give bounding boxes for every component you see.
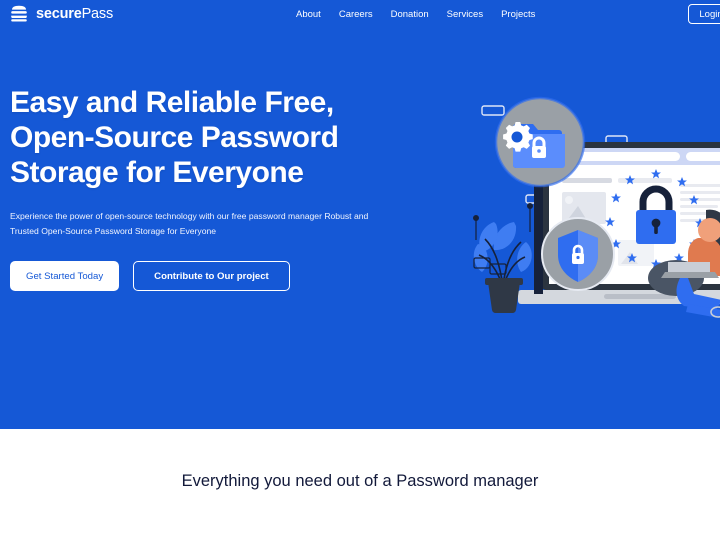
- brand-name-bold: secure: [36, 5, 82, 22]
- brand-name-light: Pass: [81, 5, 114, 22]
- nav-link-about[interactable]: About: [296, 9, 321, 20]
- login-button[interactable]: Login: [688, 4, 720, 24]
- features-heading: Everything you need out of a Password ma…: [181, 472, 539, 490]
- hero-cta-group: Get Started Today Contribute to Our proj…: [10, 261, 410, 292]
- nav-link-services[interactable]: Services: [447, 9, 483, 20]
- nav-link-donation[interactable]: Donation: [391, 9, 429, 20]
- landing-page: securePass About Careers Donation Servic…: [0, 0, 720, 540]
- contribute-button[interactable]: Contribute to Our project: [133, 261, 290, 292]
- nav-link-projects[interactable]: Projects: [501, 9, 535, 20]
- hero-illustration: [470, 92, 720, 332]
- stacked-waves-icon: [9, 5, 29, 23]
- features-section: Everything you need out of a Password ma…: [0, 429, 720, 540]
- shield-lock-badge: [541, 217, 615, 291]
- hero-section: securePass About Careers Donation Servic…: [0, 0, 720, 429]
- top-navigation-bar: securePass About Careers Donation Servic…: [0, 0, 720, 28]
- hero-subtitle: Experience the power of open-source tech…: [10, 211, 369, 237]
- hero-title: Easy and Reliable Free, Open-Source Pass…: [10, 86, 339, 189]
- nav-link-careers[interactable]: Careers: [339, 9, 373, 20]
- get-started-button[interactable]: Get Started Today: [10, 261, 120, 292]
- gear-icon: [503, 122, 533, 152]
- brand-logo-link[interactable]: securePass: [9, 5, 113, 23]
- nav-links: About Careers Donation Services Projects: [296, 0, 535, 28]
- brand-name: securePass: [36, 7, 113, 22]
- hero-copy: Easy and Reliable Free, Open-Source Pass…: [10, 86, 410, 292]
